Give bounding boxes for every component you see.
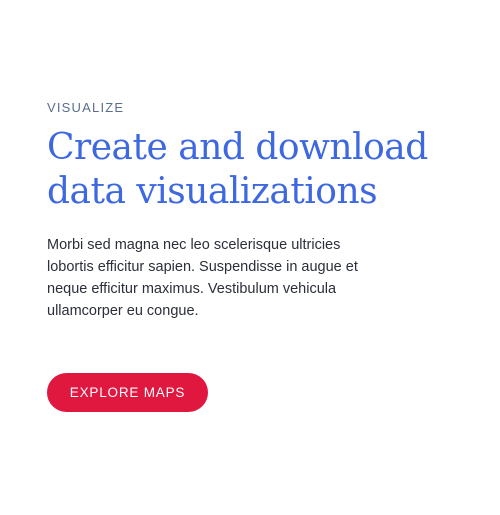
explore-maps-button[interactable]: EXPLORE MAPS <box>47 373 208 412</box>
section-eyebrow: VISUALIZE <box>47 100 125 115</box>
visualize-promo-card: VISUALIZE Create and download data visua… <box>0 0 500 515</box>
description-text: Morbi sed magna nec leo scelerisque ultr… <box>47 237 358 319</box>
page-title: Create and download data visualizations <box>47 127 428 212</box>
